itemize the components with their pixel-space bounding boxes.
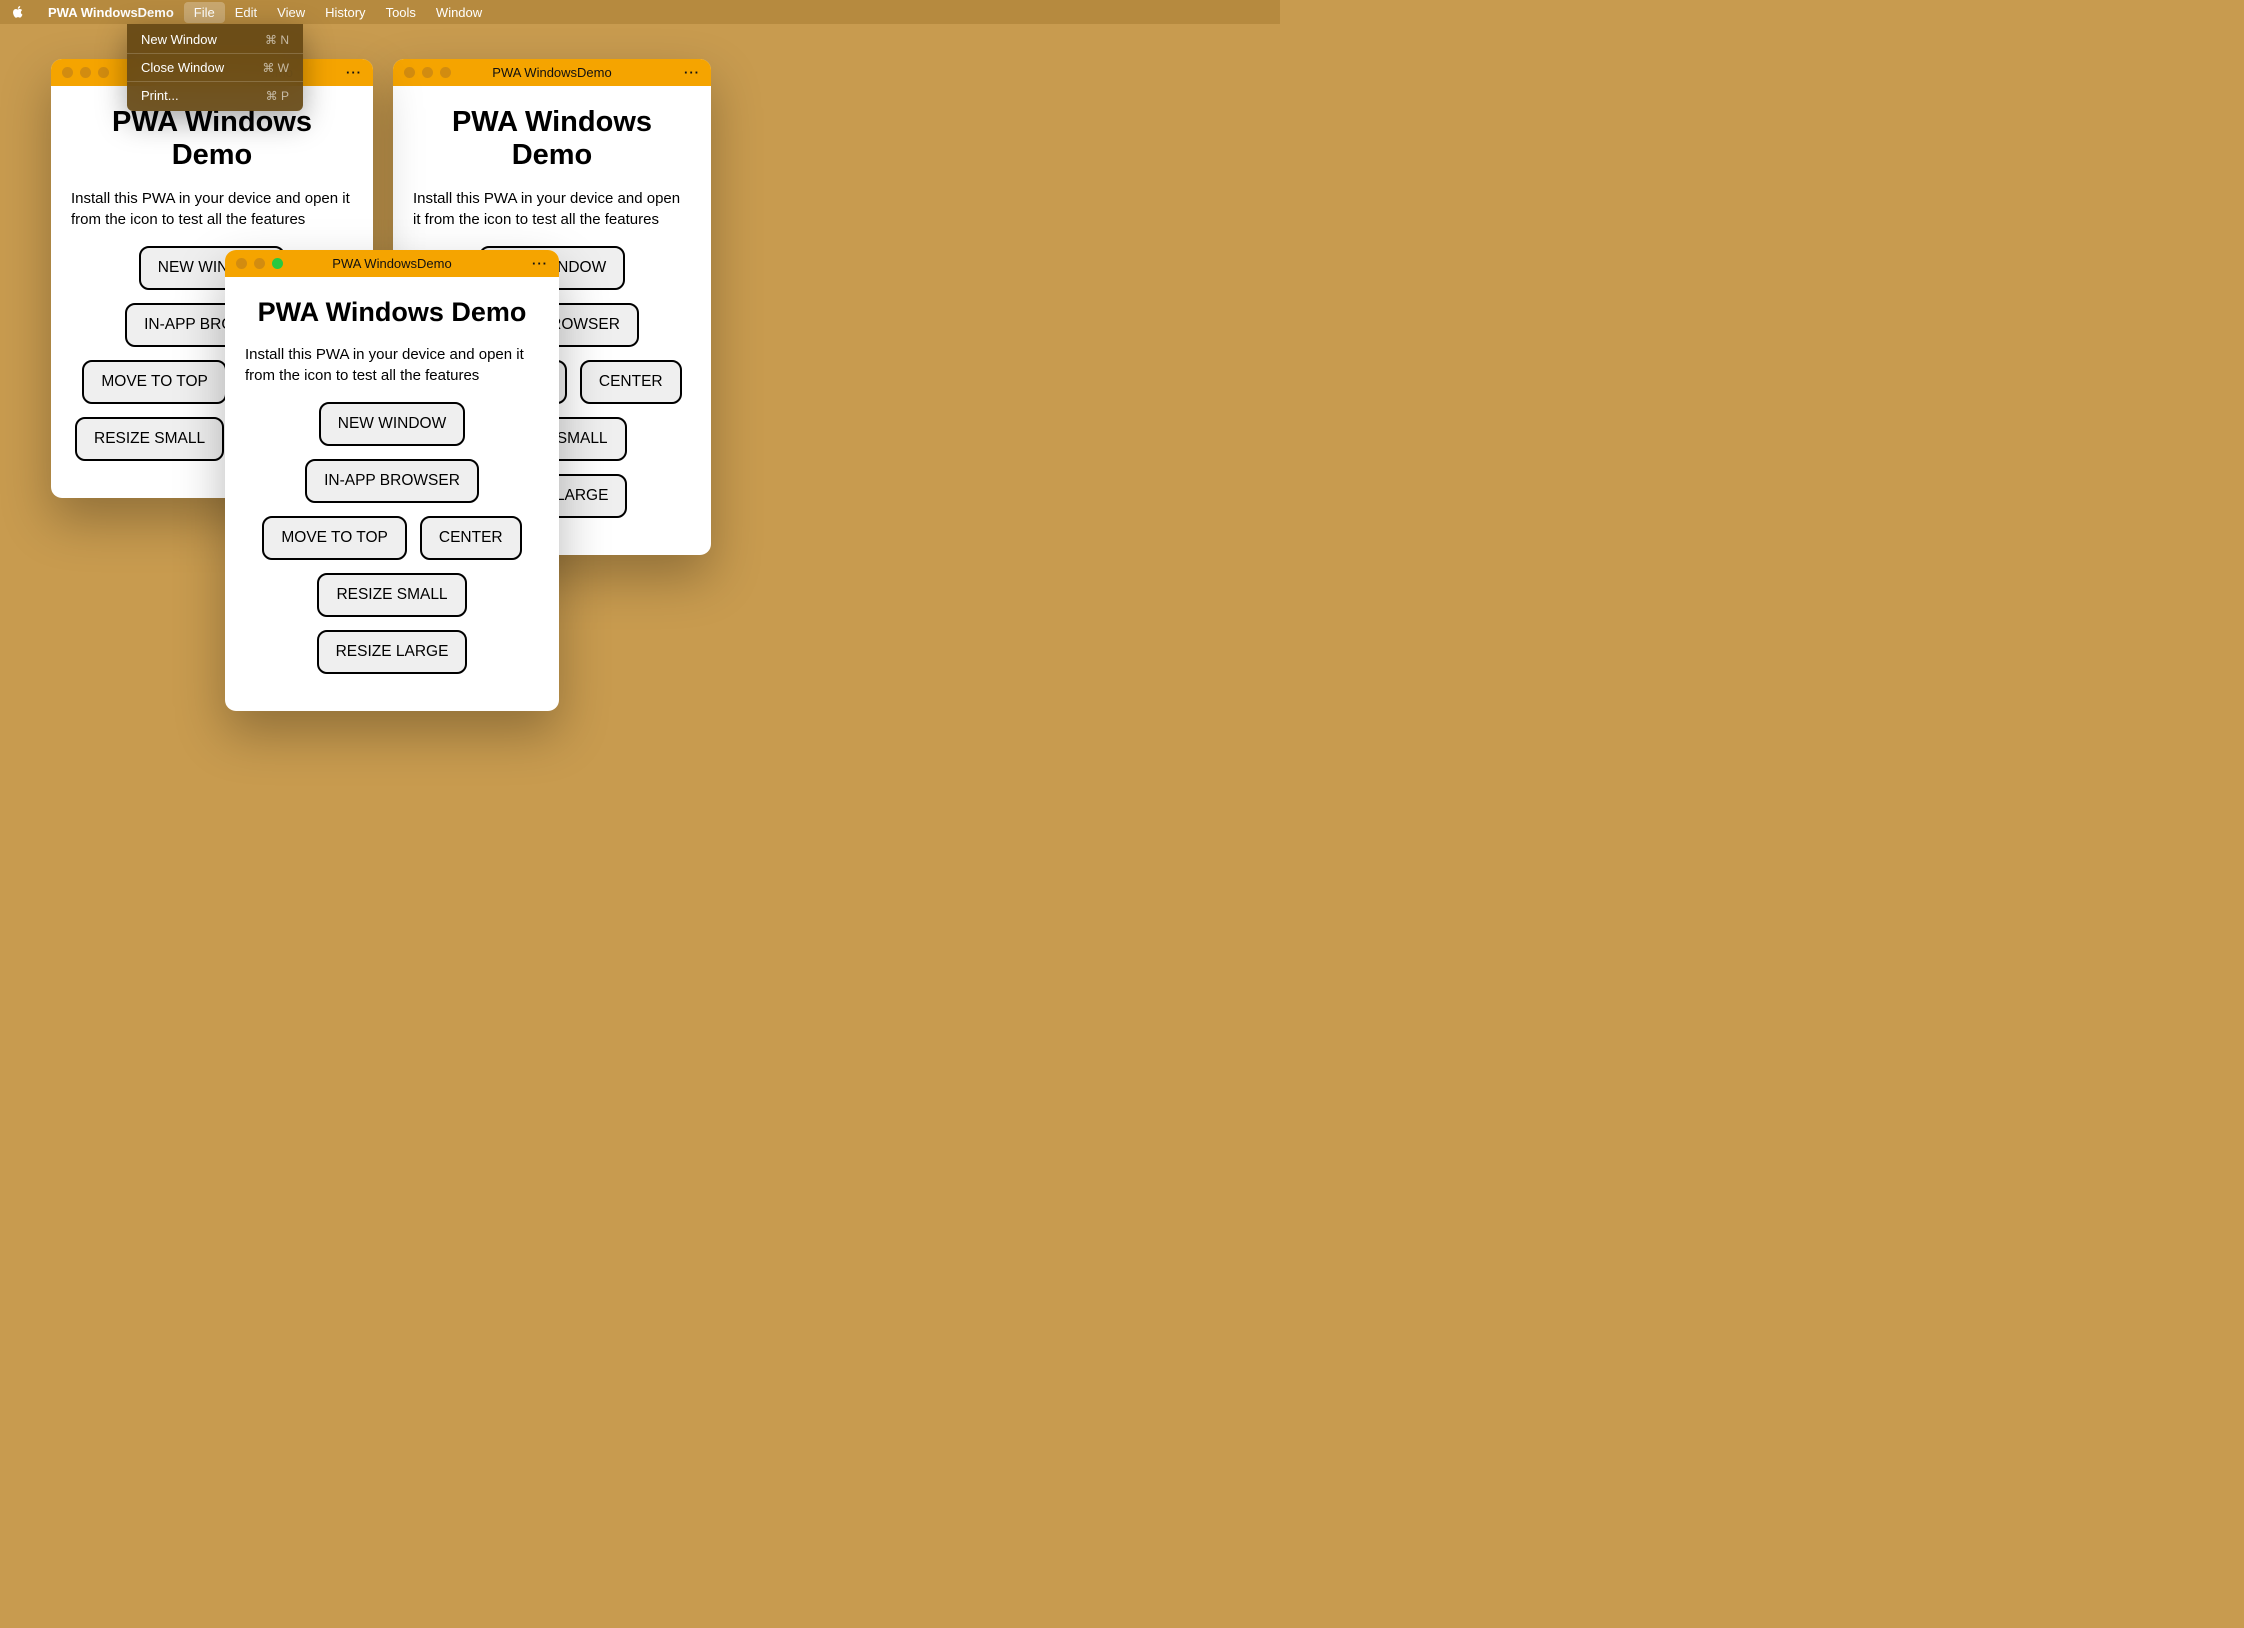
new-window-button[interactable]: NEW WINDOW: [319, 402, 465, 446]
traffic-lights: [404, 67, 451, 78]
close-icon[interactable]: [62, 67, 73, 78]
page-title: PWA Windows Demo: [245, 297, 539, 328]
minimize-icon[interactable]: [80, 67, 91, 78]
menu-item-label: New Window: [141, 32, 217, 47]
menu-history[interactable]: History: [315, 2, 375, 23]
app-window-front[interactable]: PWA WindowsDemo ··· PWA Windows Demo Ins…: [225, 250, 559, 711]
close-icon[interactable]: [236, 258, 247, 269]
app-name[interactable]: PWA WindowsDemo: [38, 5, 184, 20]
more-icon[interactable]: ···: [532, 256, 548, 271]
menu-tools[interactable]: Tools: [376, 2, 426, 23]
minimize-icon[interactable]: [422, 67, 433, 78]
zoom-icon[interactable]: [440, 67, 451, 78]
move-to-top-button[interactable]: MOVE TO TOP: [82, 360, 227, 404]
menu-view[interactable]: View: [267, 2, 315, 23]
in-app-browser-button[interactable]: IN-APP BROWSER: [305, 459, 479, 503]
page-description: Install this PWA in your device and open…: [413, 188, 691, 230]
close-icon[interactable]: [404, 67, 415, 78]
zoom-icon[interactable]: [98, 67, 109, 78]
center-button[interactable]: CENTER: [420, 516, 522, 560]
menu-edit[interactable]: Edit: [225, 2, 267, 23]
more-icon[interactable]: ···: [684, 65, 700, 80]
menu-item-shortcut: ⌘ P: [266, 89, 289, 103]
page-description: Install this PWA in your device and open…: [71, 188, 353, 230]
apple-menu-icon[interactable]: [10, 4, 26, 20]
menu-item-new-window[interactable]: New Window ⌘ N: [127, 28, 303, 51]
minimize-icon[interactable]: [254, 258, 265, 269]
menu-bar: PWA WindowsDemo File Edit View History T…: [0, 0, 1280, 24]
traffic-lights: [62, 67, 109, 78]
window-titlebar[interactable]: PWA WindowsDemo ···: [225, 250, 559, 277]
menu-window[interactable]: Window: [426, 2, 492, 23]
page-title: PWA Windows Demo: [71, 106, 353, 172]
menu-item-label: Close Window: [141, 60, 224, 75]
file-menu-dropdown: New Window ⌘ N Close Window ⌘ W Print...…: [127, 24, 303, 111]
menu-separator: [127, 53, 303, 54]
window-content: PWA Windows Demo Install this PWA in you…: [225, 277, 559, 711]
page-title: PWA Windows Demo: [413, 106, 691, 172]
resize-small-button[interactable]: RESIZE SMALL: [317, 573, 466, 617]
menu-item-close-window[interactable]: Close Window ⌘ W: [127, 56, 303, 79]
menu-item-print[interactable]: Print... ⌘ P: [127, 84, 303, 107]
move-to-top-button[interactable]: MOVE TO TOP: [262, 516, 407, 560]
menu-separator: [127, 81, 303, 82]
menu-item-label: Print...: [141, 88, 179, 103]
more-icon[interactable]: ···: [346, 65, 362, 80]
center-button[interactable]: CENTER: [580, 360, 682, 404]
menu-item-shortcut: ⌘ N: [265, 33, 289, 47]
zoom-icon[interactable]: [272, 258, 283, 269]
window-titlebar[interactable]: PWA WindowsDemo ···: [393, 59, 711, 86]
page-description: Install this PWA in your device and open…: [245, 344, 539, 386]
traffic-lights: [236, 258, 283, 269]
resize-small-button[interactable]: RESIZE SMALL: [75, 417, 224, 461]
resize-large-button[interactable]: RESIZE LARGE: [317, 630, 468, 674]
menu-file[interactable]: File: [184, 2, 225, 23]
menu-item-shortcut: ⌘ W: [262, 61, 289, 75]
